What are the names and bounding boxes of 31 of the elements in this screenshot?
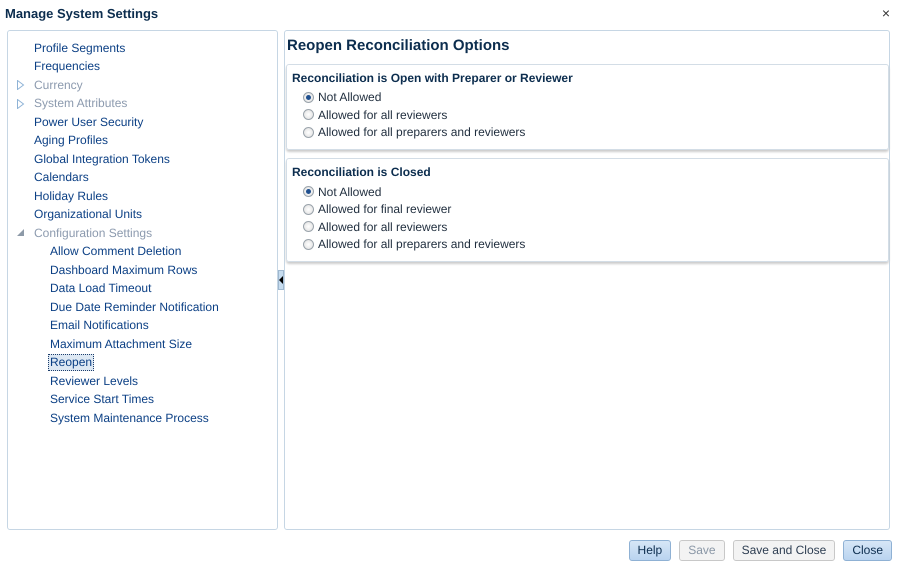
tree-item[interactable]: Power User Security: [32, 114, 146, 131]
group-title: Reconciliation is Open with Preparer or Reviewer: [292, 70, 574, 86]
close-button[interactable]: ×: [880, 4, 892, 21]
radio-label[interactable]: Allowed for all preparers and reviewers: [318, 123, 526, 142]
tree-item[interactable]: Holiday Rules: [32, 188, 110, 205]
radio-button[interactable]: [303, 186, 314, 198]
tree-item[interactable]: Calendars: [32, 169, 91, 186]
radio-label[interactable]: Allowed for all reviewers: [318, 106, 448, 124]
tree-item[interactable]: Frequencies: [32, 58, 102, 76]
section-title: Reopen Reconciliation Options: [286, 36, 511, 56]
radio-button[interactable]: [303, 126, 314, 138]
tree-item[interactable]: Profile Segments: [32, 40, 128, 57]
dialog-button[interactable]: Close: [843, 540, 892, 561]
radio-button[interactable]: [303, 92, 314, 103]
radio-button[interactable]: [303, 221, 314, 232]
dialog-button[interactable]: Help: [628, 540, 672, 561]
tree-item[interactable]: Aging Profiles: [32, 132, 110, 150]
window-title: Manage System Settings: [5, 5, 158, 21]
collapse-handle[interactable]: [278, 270, 284, 290]
radio-label[interactable]: Allowed for all reviewers: [318, 218, 448, 236]
radio-button[interactable]: [303, 109, 314, 120]
group-title: Reconciliation is Closed: [292, 164, 432, 181]
tree-item[interactable]: Global Integration Tokens: [32, 150, 172, 168]
radio-button[interactable]: [303, 238, 314, 250]
radio-label[interactable]: Allowed for final reviewer: [318, 200, 452, 218]
radio-label[interactable]: Not Allowed: [318, 88, 382, 106]
radio-label[interactable]: Not Allowed: [318, 182, 382, 201]
radio-button[interactable]: [303, 204, 314, 215]
radio-label[interactable]: Allowed for all preparers and reviewers: [318, 235, 526, 254]
dialog-button[interactable]: Save and Close: [732, 540, 836, 561]
tree-item[interactable]: Organizational Units: [32, 206, 144, 224]
